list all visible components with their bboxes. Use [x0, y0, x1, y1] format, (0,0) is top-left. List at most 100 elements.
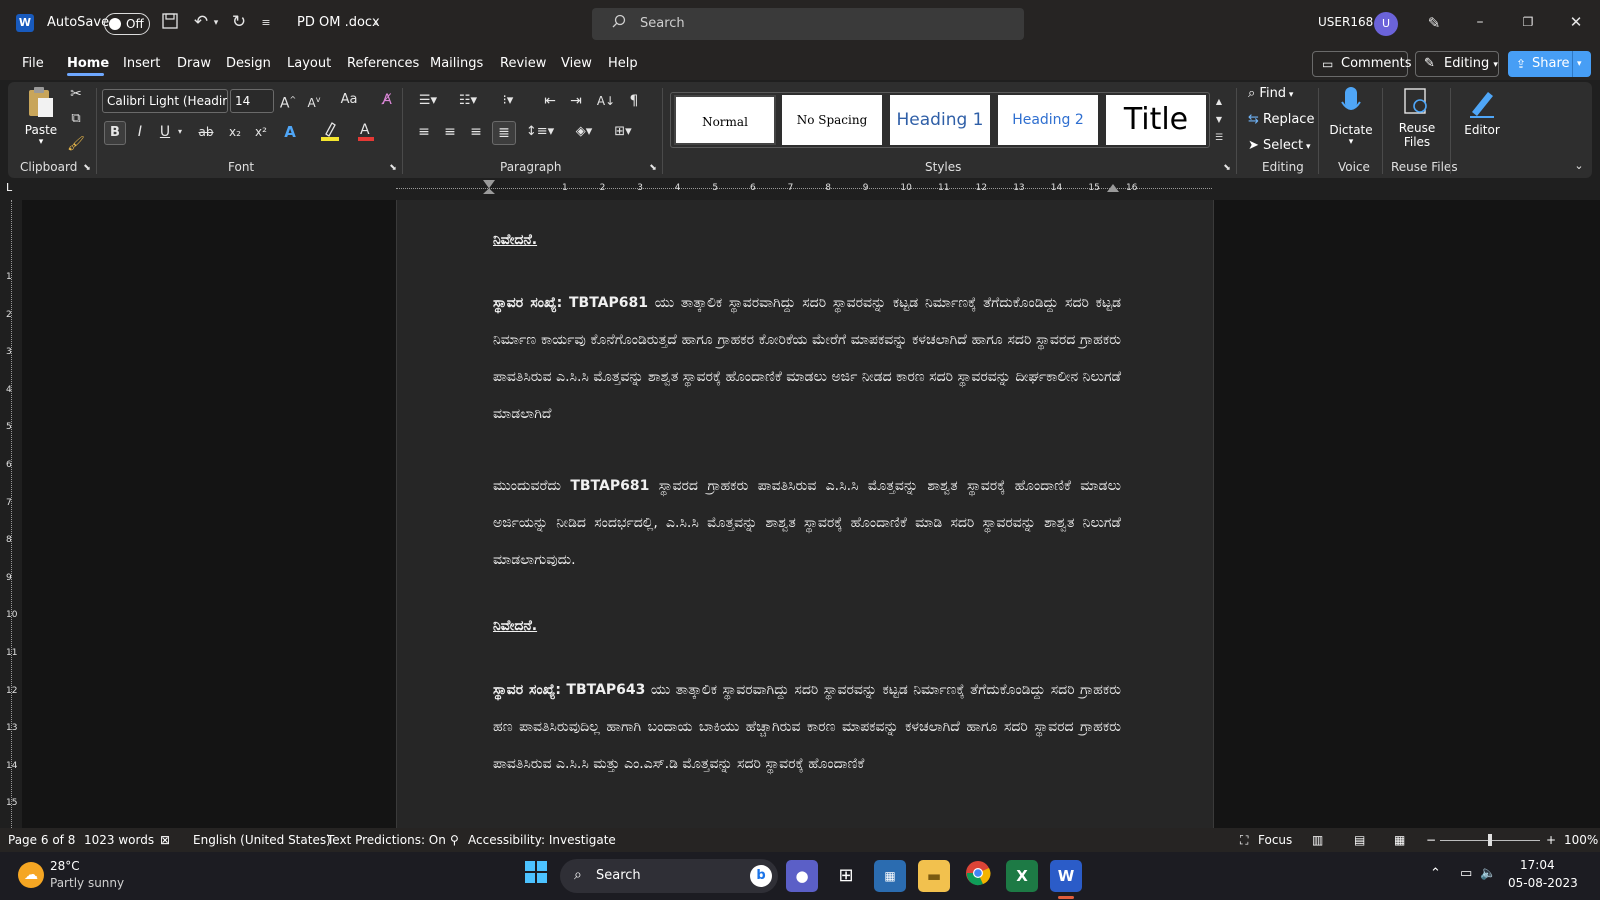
clock-date[interactable]: 05-08-2023 — [1508, 876, 1578, 890]
grow-font-icon[interactable]: A^ — [278, 90, 298, 114]
multilevel-list-icon[interactable]: ⁝▾ — [494, 91, 522, 111]
clock-time[interactable]: 17:04 — [1520, 858, 1555, 872]
underline-button[interactable]: U — [156, 122, 174, 142]
text-effects-icon[interactable]: A — [280, 122, 300, 142]
zoom-level[interactable]: 100% — [1564, 833, 1598, 847]
zoom-in-icon[interactable]: + — [1546, 833, 1556, 847]
font-name-select[interactable]: Calibri Light (Headir — [102, 89, 228, 113]
tab-draw[interactable]: Draw — [177, 56, 211, 71]
undo-icon[interactable]: ↶ — [190, 12, 212, 32]
first-line-indent-marker[interactable] — [483, 180, 495, 194]
numbering-icon[interactable]: ☷▾ — [454, 91, 482, 111]
line-spacing-icon[interactable]: ↕≡▾ — [524, 122, 556, 142]
share-button[interactable]: ⇪ Share ▾ — [1508, 51, 1591, 77]
copy-icon[interactable]: ⧉ — [66, 109, 86, 129]
style-heading-2[interactable]: Heading 2 — [998, 95, 1098, 145]
strikethrough-button[interactable]: ab — [194, 122, 218, 142]
tab-view[interactable]: View — [561, 56, 592, 71]
document-area[interactable]: ನಿವೇದನೆ. ಸ್ಥಾವರ ಸಂಖ್ಯೆ: TBTAP681 ಯು ತಾತ್… — [22, 200, 1600, 828]
find-button[interactable]: ⌕ Find ▾ — [1248, 86, 1293, 101]
taskbar-search[interactable]: ⌕ Search b — [560, 859, 778, 893]
tab-layout[interactable]: Layout — [287, 56, 331, 71]
bold-button[interactable]: B — [104, 121, 126, 145]
styles-more-icon[interactable]: ☰ — [1212, 128, 1226, 148]
tab-help[interactable]: Help — [608, 56, 638, 71]
focus-label[interactable]: Focus — [1258, 833, 1292, 847]
store-icon[interactable]: ⊞ — [830, 860, 862, 892]
tab-design[interactable]: Design — [226, 56, 271, 71]
tab-selector-icon[interactable]: L — [6, 182, 16, 194]
tab-mailings[interactable]: Mailings — [430, 56, 483, 71]
focus-icon[interactable]: ⛶ — [1240, 833, 1248, 848]
calculator-icon[interactable]: ▦ — [874, 860, 906, 892]
borders-icon[interactable]: ⊞▾ — [608, 122, 638, 142]
bullets-icon[interactable]: ☰▾ — [414, 91, 442, 111]
decrease-indent-icon[interactable]: ⇤ — [540, 91, 560, 111]
volume-icon[interactable]: 🔈 — [1480, 866, 1496, 881]
font-color-icon[interactable]: A — [356, 120, 376, 148]
style-heading-1[interactable]: Heading 1 — [890, 95, 990, 145]
document-page[interactable]: ನಿವೇದನೆ. ಸ್ಥಾವರ ಸಂಖ್ಯೆ: TBTAP681 ಯು ತಾತ್… — [396, 200, 1214, 828]
style-no-spacing[interactable]: No Spacing — [782, 95, 882, 145]
show-formatting-icon[interactable]: ¶ — [624, 91, 644, 111]
shading-icon[interactable]: ◈▾ — [570, 122, 598, 142]
web-layout-icon[interactable]: ▦ — [1394, 833, 1405, 847]
italic-button[interactable]: I — [130, 122, 150, 142]
align-left-icon[interactable]: ≡ — [414, 122, 434, 142]
styles-launcher-icon[interactable]: ⬊ — [1220, 158, 1234, 178]
print-layout-icon[interactable]: ▤ — [1354, 833, 1365, 847]
subscript-button[interactable]: x₂ — [224, 122, 246, 142]
accessibility-icon[interactable]: ⚲ — [450, 833, 459, 847]
customize-toolbar-icon[interactable]: ≡ — [258, 13, 274, 33]
justify-icon[interactable]: ≣ — [492, 121, 516, 145]
chrome-icon[interactable] — [962, 860, 994, 892]
pen-icon[interactable]: ✎ — [1424, 13, 1444, 33]
zoom-slider-thumb[interactable] — [1488, 834, 1492, 846]
highlight-icon[interactable] — [318, 120, 342, 148]
search-box[interactable]: Search — [592, 8, 1024, 40]
superscript-button[interactable]: x² — [250, 122, 272, 142]
autosave-toggle[interactable]: Off — [104, 13, 150, 35]
reuse-files-button[interactable]: Reuse Files — [1388, 86, 1446, 149]
windows-start-icon[interactable] — [520, 860, 552, 892]
collapse-ribbon-icon[interactable]: ⌄ — [1572, 156, 1586, 176]
change-case-button[interactable]: Aa — [334, 90, 364, 110]
tab-home[interactable]: Home — [67, 56, 109, 71]
replace-button[interactable]: ⇆ Replace — [1248, 112, 1314, 127]
styles-scroll-up-icon[interactable]: ▲ — [1212, 92, 1226, 112]
read-mode-icon[interactable]: ▥ — [1312, 833, 1323, 847]
tab-file[interactable]: File — [22, 56, 44, 71]
cut-icon[interactable]: ✂ — [66, 84, 86, 104]
word-count[interactable]: 1023 words — [84, 833, 154, 847]
paragraph-3[interactable]: ಸ್ಥಾವರ ಸಂಖ್ಯೆ: TBTAP643 ಯು ತಾತ್ಕಾಲಿಕ ಸ್ಥ… — [493, 672, 1121, 783]
editor-button[interactable]: Editor — [1456, 86, 1508, 137]
align-center-icon[interactable]: ≡ — [440, 122, 460, 142]
weather-condition[interactable]: Partly sunny — [50, 876, 124, 890]
font-size-select[interactable]: 14 — [230, 89, 274, 113]
paragraph-1[interactable]: ಸ್ಥಾವರ ಸಂಖ್ಯೆ: TBTAP681 ಯು ತಾತ್ಕಾಲಿಕ ಸ್ಥ… — [493, 285, 1121, 433]
save-icon[interactable] — [160, 13, 180, 35]
language[interactable]: English (United States) — [193, 833, 331, 847]
clipboard-launcher-icon[interactable]: ⬊ — [80, 158, 94, 178]
sort-icon[interactable]: A↓ — [596, 91, 616, 111]
style-normal[interactable]: Normal — [674, 95, 776, 145]
weather-temp[interactable]: 28°C — [50, 859, 80, 873]
minimize-icon[interactable]: – — [1470, 12, 1490, 32]
select-button[interactable]: ➤ Select ▾ — [1248, 138, 1311, 153]
title-chevron-down-icon[interactable]: ⌄ — [370, 13, 382, 33]
tab-review[interactable]: Review — [500, 56, 546, 71]
shrink-font-icon[interactable]: Av — [304, 90, 324, 113]
clear-formatting-icon[interactable]: A̸ — [376, 90, 398, 110]
font-launcher-icon[interactable]: ⬊ — [386, 158, 400, 178]
tab-references[interactable]: References — [347, 56, 419, 71]
underline-chevron-icon[interactable]: ▾ — [175, 122, 185, 142]
format-painter-icon[interactable]: 🖌 — [66, 134, 86, 154]
avatar[interactable]: U — [1374, 12, 1398, 36]
dictate-button[interactable]: Dictate ▾ — [1322, 86, 1380, 147]
teams-chat-icon[interactable]: ● — [786, 860, 818, 892]
proofing-icon[interactable]: ⊠ — [160, 833, 170, 847]
undo-dropdown-icon[interactable]: ▾ — [210, 13, 222, 33]
weather-icon[interactable]: ☁ — [18, 862, 44, 888]
accessibility-status[interactable]: Accessibility: Investigate — [468, 833, 616, 847]
styles-scroll-down-icon[interactable]: ▼ — [1212, 110, 1226, 130]
